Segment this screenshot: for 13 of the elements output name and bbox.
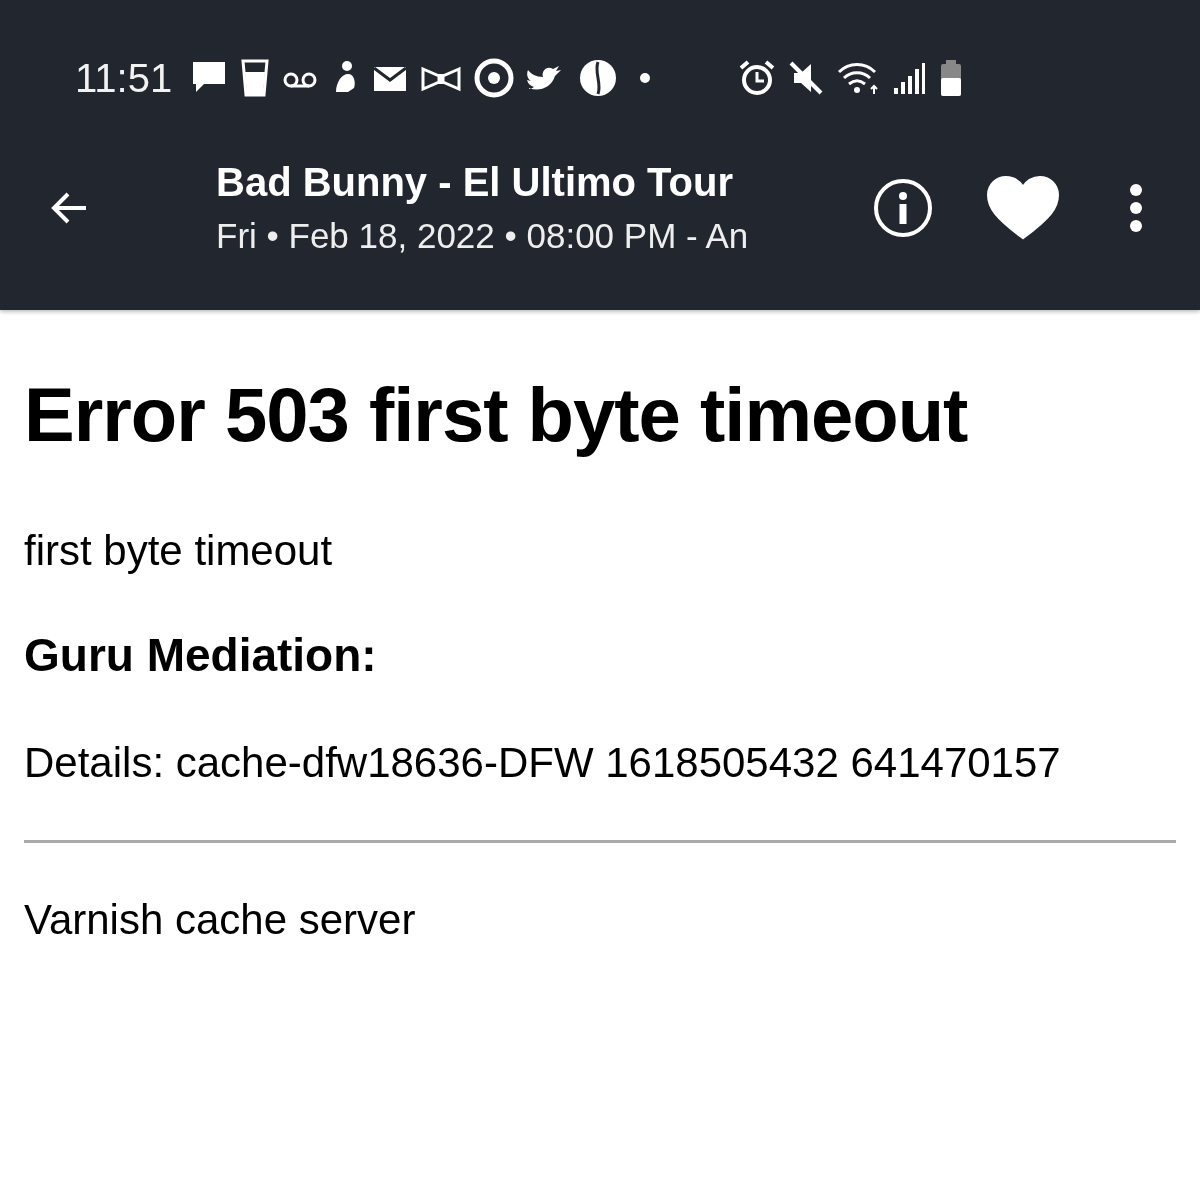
server-footer: Varnish cache server <box>24 895 1176 945</box>
glass-icon <box>240 58 271 98</box>
error-message: first byte timeout <box>24 526 334 576</box>
event-title: Bad Bunny - El Ultimo Tour <box>216 159 734 206</box>
target-icon <box>474 58 515 98</box>
event-subtitle: Fri • Feb 18, 2022 • 08:00 PM - An <box>216 215 750 257</box>
guru-mediation-heading: Guru Mediation: <box>24 628 378 682</box>
error-heading: Error 503 first byte timeout <box>24 371 969 459</box>
error-details: Details: cache-dfw18636-DFW 1618505432 641470157 <box>24 738 1062 788</box>
status-time: 11:51 <box>75 55 173 101</box>
seed-icon <box>578 58 619 98</box>
dot-icon <box>640 73 651 83</box>
alarm-clock-icon <box>738 58 777 98</box>
